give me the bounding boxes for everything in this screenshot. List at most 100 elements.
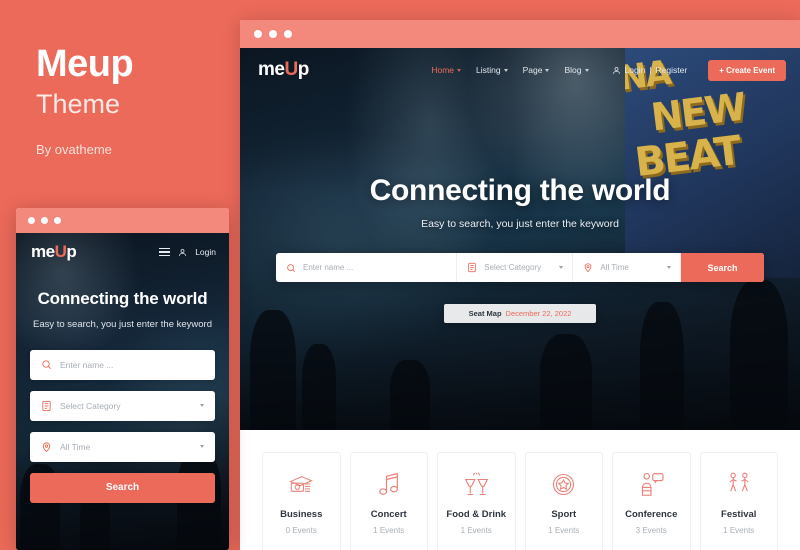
mobile-category-select[interactable]: Select Category [30, 390, 215, 421]
mobile-hero-subtitle: Easy to search, you just enter the keywo… [32, 319, 212, 330]
logo-accent-letter: U [54, 242, 67, 261]
mobile-browser-mockup: meUp Login Connecting the world Easy to … [16, 208, 229, 550]
location-pin-icon [585, 263, 592, 273]
mobile-hero-title: Connecting the world [37, 289, 208, 308]
category-card-concert[interactable]: Concert 1 Events [349, 452, 428, 550]
hero-subtitle: Easy to search, you just enter the keywo… [421, 218, 619, 230]
category-card-sport[interactable]: Sport 1 Events [524, 452, 603, 550]
mobile-browser-chrome [16, 208, 229, 233]
search-name-field[interactable]: Enter name ... [276, 253, 458, 282]
site-header: meUp Home Listing Page Blog Login | Regi… [240, 48, 800, 92]
chevron-down-icon [200, 445, 204, 449]
mobile-time-select[interactable]: All Time [30, 431, 215, 462]
hero-text-block: Connecting the world Easy to search, you… [240, 92, 800, 230]
desktop-browser-chrome [240, 20, 800, 48]
list-icon [42, 400, 51, 411]
category-card-conference[interactable]: Conference 3 Events [612, 452, 691, 550]
window-dot-close[interactable] [254, 30, 262, 38]
logo-prefix: me [31, 242, 55, 261]
site-logo[interactable]: meUp [258, 59, 309, 81]
mobile-site-logo[interactable]: meUp [31, 242, 77, 262]
category-count: 3 Events [635, 526, 667, 535]
window-dot-maximize[interactable] [54, 217, 61, 224]
nav-item-home[interactable]: Home [431, 65, 462, 75]
mobile-search-form: Enter name ... Select Category All Time … [16, 332, 229, 503]
chevron-down-icon [559, 266, 564, 269]
window-dot-maximize[interactable] [284, 30, 292, 38]
promo-byline: By ovatheme [36, 141, 112, 157]
nav-item-blog[interactable]: Blog [564, 65, 589, 75]
category-card-business[interactable]: Business 0 Events [262, 452, 341, 550]
logo-accent-letter: U [284, 59, 298, 80]
music-note-icon [355, 469, 424, 499]
mobile-site-header: meUp Login [16, 233, 229, 271]
crowd-silhouette-3 [390, 360, 430, 430]
logo-suffix: p [297, 59, 310, 80]
list-icon [468, 262, 476, 273]
crowd-silhouette-2 [302, 344, 336, 430]
category-count: 0 Events [285, 526, 317, 535]
location-pin-icon [42, 442, 51, 452]
mobile-category-select-value: Select Category [60, 400, 121, 411]
window-dot-minimize[interactable] [41, 217, 48, 224]
category-select-value: Select Category [484, 263, 542, 272]
chevron-down-icon [584, 68, 589, 72]
category-name: Festival [721, 509, 757, 520]
user-icon [179, 248, 187, 256]
create-event-button[interactable]: + Create Event [708, 59, 786, 81]
category-name: Sport [551, 509, 577, 520]
mobile-search-button[interactable]: Search [30, 472, 215, 503]
category-count: 1 Events [373, 526, 405, 535]
category-count: 1 Events [548, 526, 580, 535]
search-icon [42, 360, 51, 370]
hamburger-menu-icon[interactable] [159, 247, 171, 257]
seat-map-label: Seat Map [468, 309, 502, 318]
window-dot-close[interactable] [28, 217, 35, 224]
crowd-silhouette-6 [730, 280, 788, 430]
promo-subtitle: Theme [36, 88, 121, 119]
nav-item-home-label: Home [431, 65, 455, 75]
chevron-down-icon [545, 68, 550, 72]
logo-prefix: me [258, 59, 285, 80]
category-card-festival[interactable]: Festival 1 Events [699, 452, 778, 550]
register-link[interactable]: Register [656, 65, 688, 75]
category-name: Conference [625, 509, 678, 520]
event-search-bar: Enter name ... Select Category All Time … [276, 253, 764, 282]
search-button[interactable]: Search [680, 253, 764, 282]
crowd-silhouette-1 [250, 310, 296, 430]
category-select[interactable]: Select Category [457, 253, 574, 282]
chevron-down-icon [666, 266, 671, 269]
hero-title: Connecting the world [369, 174, 671, 207]
chevron-down-icon [200, 404, 204, 408]
category-count: 1 Events [723, 526, 755, 535]
mobile-time-select-value: All Time [60, 441, 91, 452]
mobile-login-link[interactable]: Login [195, 247, 216, 257]
auth-links: Login | Register [612, 65, 688, 75]
auth-separator: | [649, 65, 652, 75]
time-select[interactable]: All Time [573, 253, 681, 282]
window-dot-minimize[interactable] [269, 30, 277, 38]
nav-item-blog-label: Blog [564, 65, 582, 75]
seat-map-date: December 22, 2022 [505, 309, 572, 318]
search-name-placeholder: Enter name ... [303, 263, 354, 272]
user-icon [612, 66, 620, 74]
mobile-search-name-field[interactable]: Enter name ... [30, 349, 215, 380]
speaker-bubble-icon [617, 469, 686, 499]
login-link[interactable]: Login [625, 65, 646, 75]
logo-suffix: p [66, 242, 77, 261]
category-name: Food & Drink [446, 509, 507, 520]
time-select-value: All Time [600, 263, 629, 272]
crowd-silhouette-5 [640, 302, 684, 430]
chevron-down-icon [457, 68, 462, 72]
cheers-glasses-icon [442, 469, 511, 499]
money-icon [267, 469, 336, 499]
nav-item-page[interactable]: Page [523, 65, 550, 75]
nav-item-listing[interactable]: Listing [476, 65, 508, 75]
chevron-down-icon [503, 68, 508, 72]
promo-title: Meup [36, 43, 134, 85]
category-card-food-drink[interactable]: Food & Drink 1 Events [437, 452, 516, 550]
category-strip: Business 0 Events Concert 1 Events Food … [240, 430, 800, 550]
category-name: Business [280, 509, 323, 520]
seat-map-badge[interactable]: Seat Map December 22, 2022 [444, 304, 596, 323]
medal-icon [530, 469, 599, 499]
